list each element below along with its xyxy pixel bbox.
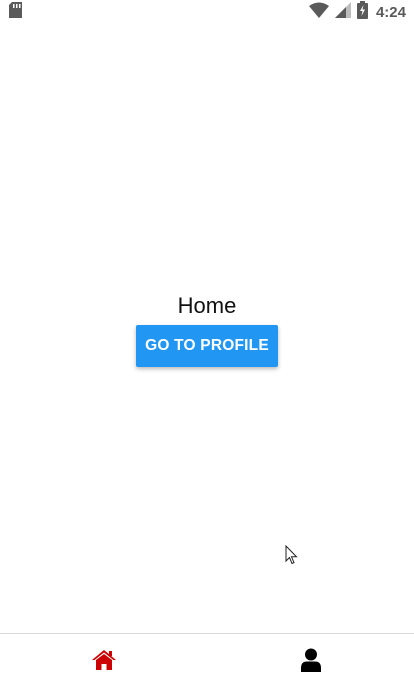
go-to-profile-button[interactable]: GO TO PROFILE <box>136 325 278 367</box>
status-left <box>9 1 22 23</box>
tab-profile[interactable] <box>207 634 414 690</box>
home-icon <box>91 649 117 676</box>
status-time: 4:24 <box>375 3 406 21</box>
battery-charging-icon <box>356 0 368 24</box>
tab-home[interactable] <box>0 634 207 690</box>
status-bar: 4:24 <box>0 0 414 24</box>
user-icon <box>300 648 322 677</box>
app-screen: 4:24 Home GO TO PROFILE <box>0 0 414 690</box>
bottom-tab-bar <box>0 633 414 690</box>
mouse-cursor-icon <box>285 545 298 565</box>
sd-card-icon <box>9 1 22 23</box>
main-content: Home GO TO PROFILE <box>0 24 414 633</box>
status-right: 4:24 <box>308 0 406 24</box>
page-title: Home <box>177 293 237 318</box>
wifi-icon <box>308 2 329 23</box>
cell-signal-icon <box>334 1 351 23</box>
